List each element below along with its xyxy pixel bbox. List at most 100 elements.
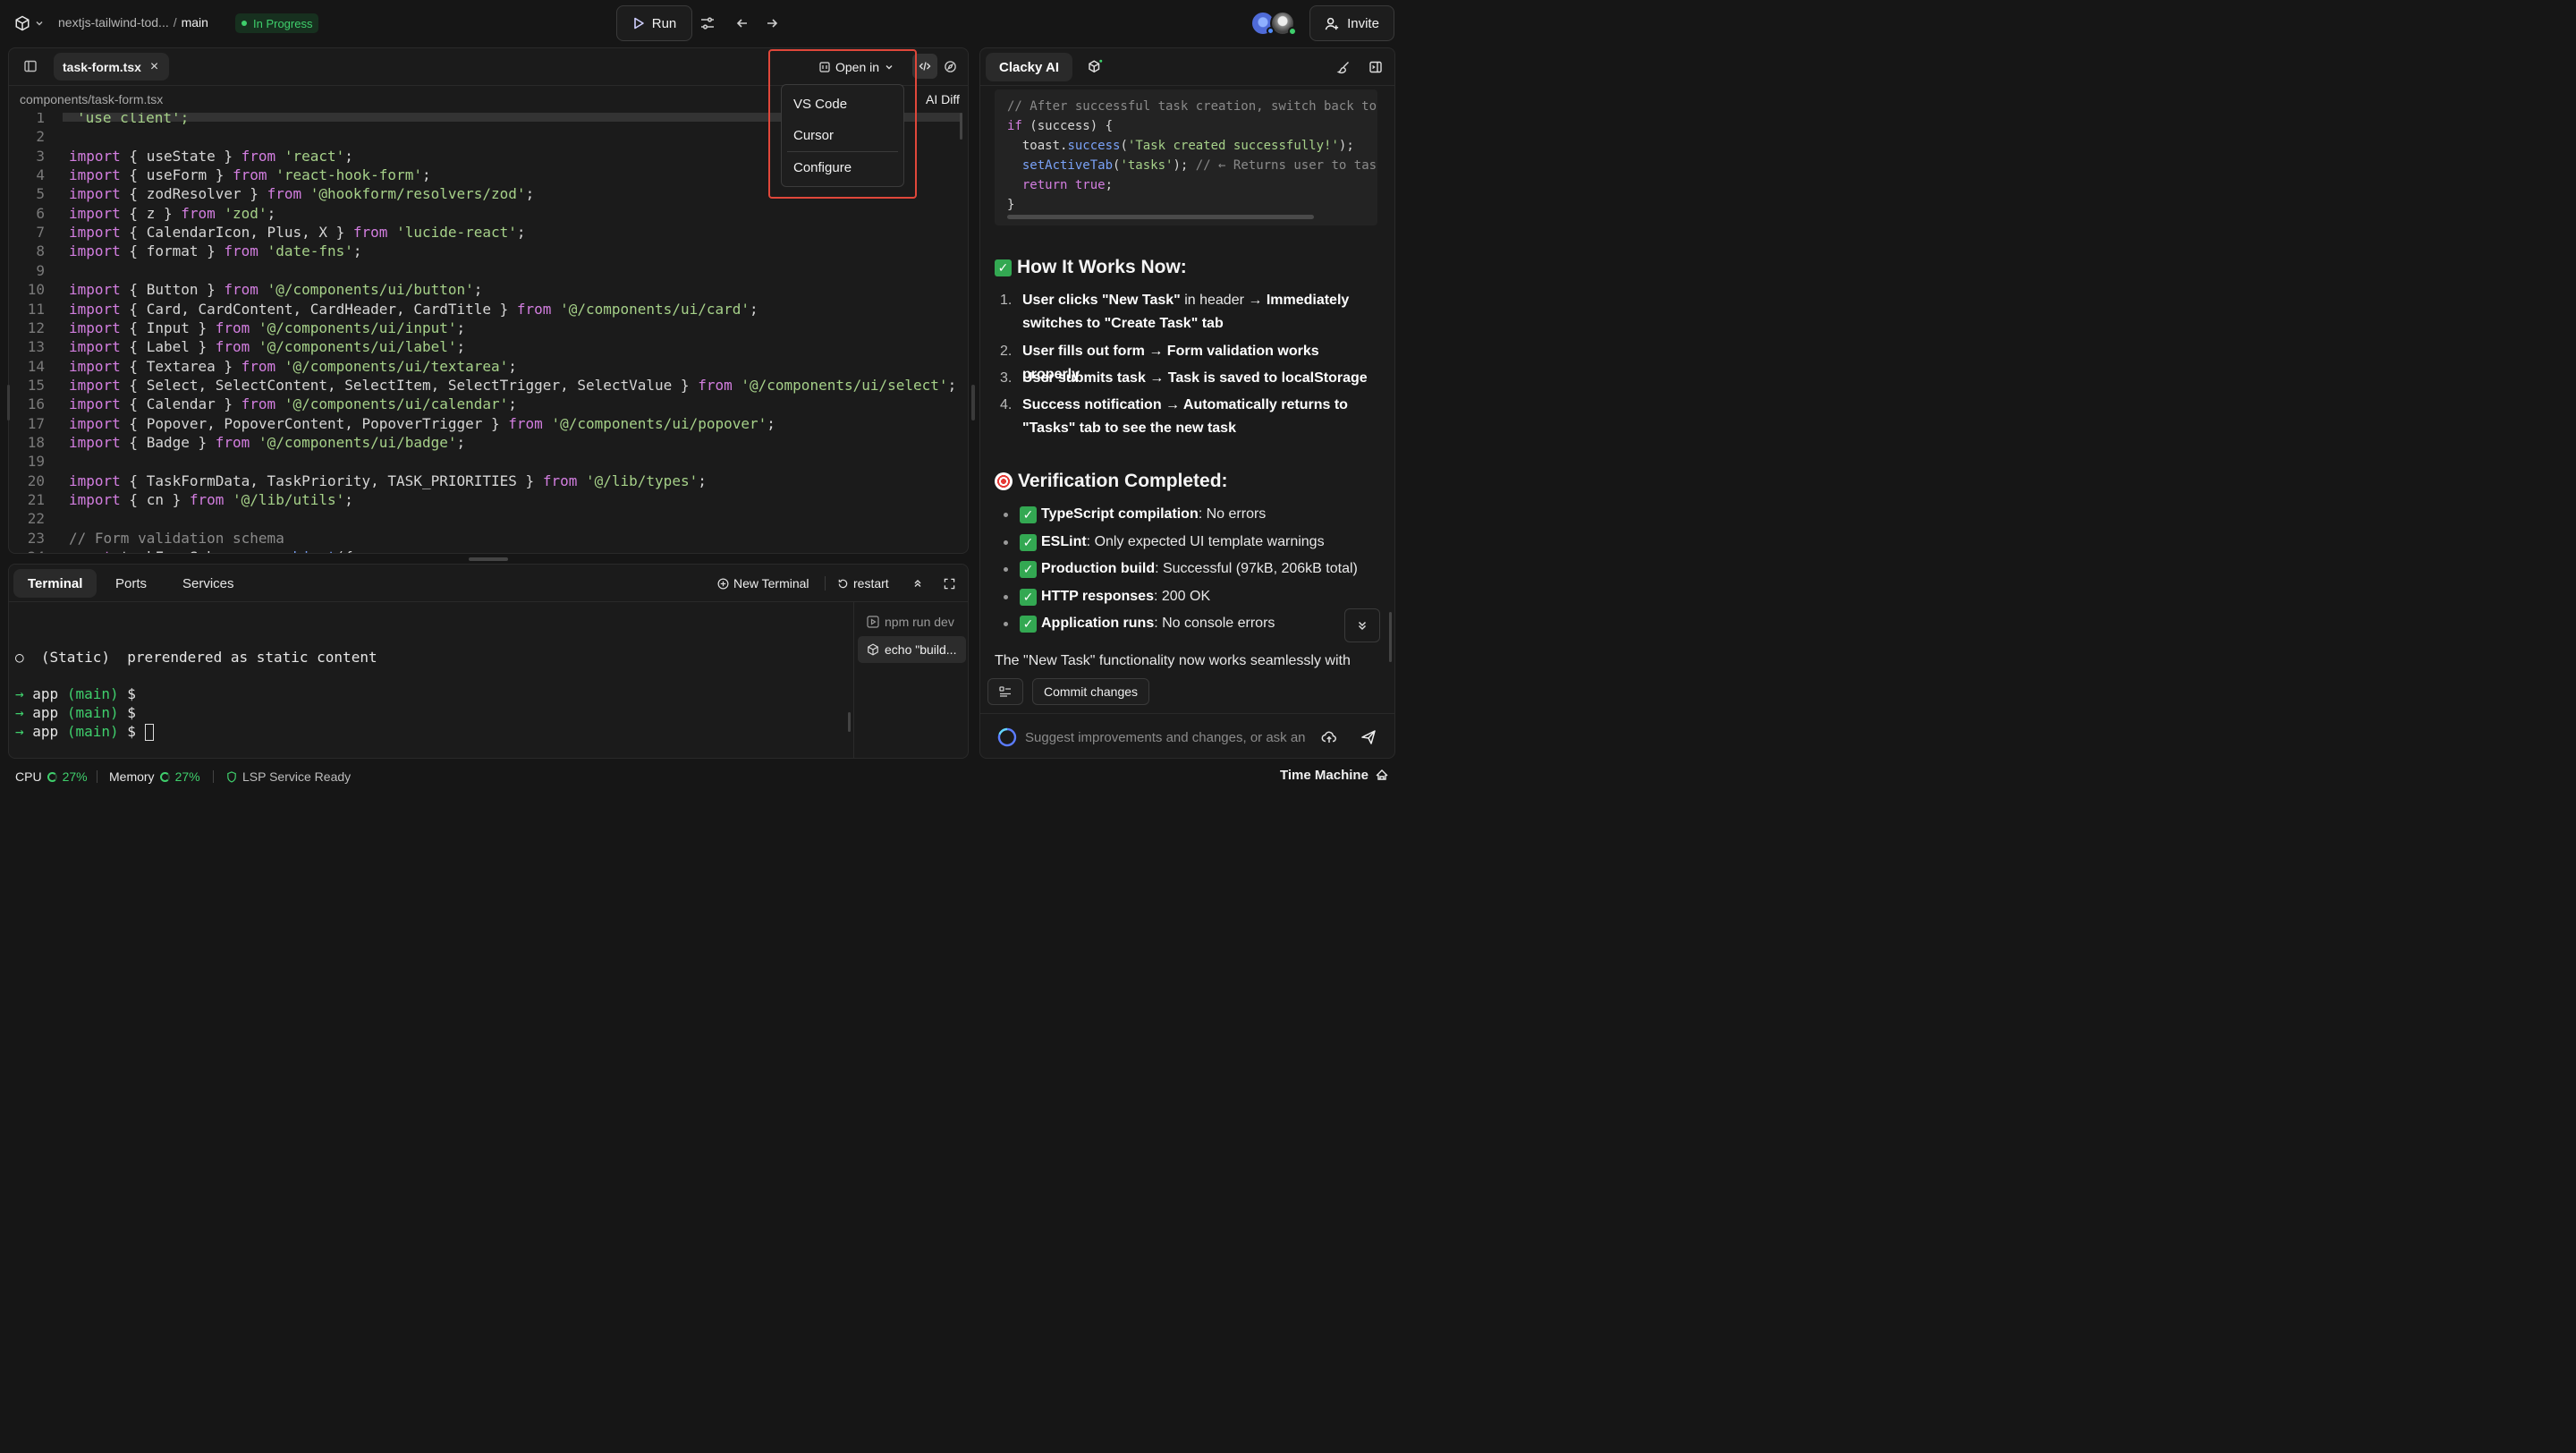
add-user-icon [1325,17,1339,30]
time-machine-icon [1376,769,1388,780]
breadcrumb: nextjs-tailwind-tod... / main [58,15,208,30]
chevrons-up-icon [914,580,921,587]
cube-sparkle-icon [1089,59,1103,73]
tab-ports[interactable]: Ports [101,569,161,598]
menu-item-vscode[interactable]: VS Code [782,89,903,118]
menu-item-cursor[interactable]: Cursor [782,121,903,149]
run-button[interactable]: Run [616,5,692,41]
ai-scrollbar[interactable] [1389,612,1392,662]
project-name[interactable]: nextjs-tailwind-tod... [58,15,169,30]
memory-ring-icon [159,771,170,782]
ai-assistant-panel: Clacky AI // After successful task creat… [979,47,1395,759]
code-text: const taskFormSchema = z.object({ [69,548,353,553]
upload-button[interactable] [1318,726,1340,748]
code-line: 14 import { Textarea } from '@/components… [9,357,962,376]
code-line: 17 import { Popover, PopoverContent, Popo… [9,414,962,433]
arrow-left-icon [736,19,747,28]
code-snippet-scrollbar[interactable] [1007,215,1314,219]
tab-services[interactable]: Services [168,569,249,598]
toggle-sidebar-button[interactable] [23,59,39,75]
tab-clacky-ai[interactable]: Clacky AI [986,53,1072,81]
maximize-panel-button[interactable] [944,574,955,593]
clean-chat-button[interactable] [1335,58,1352,76]
code-text: import { cn } from '@/lib/utils'; [69,491,353,508]
ai-code-snippet[interactable]: // After successful task creation, switc… [995,89,1377,225]
line-number: 17 [27,414,45,432]
back-button[interactable] [732,13,753,34]
code-line: return true; [1021,178,1114,192]
brush-icon [1336,62,1349,74]
collaborator-avatars[interactable] [1250,11,1301,38]
send-button[interactable] [1358,726,1379,748]
cpu-indicator: CPU 27% [15,768,88,786]
list-item: 4. Success notification → Automatically … [1000,397,1348,436]
maximize-icon [944,578,955,589]
close-tab-icon[interactable]: × [150,59,158,75]
memory-indicator: Memory 27% [109,768,200,786]
code-icon [919,62,931,71]
code-text: import { CalendarIcon, Plus, X } from 'l… [69,224,526,242]
workspace-logo-menu[interactable] [14,14,47,32]
settings-sliders-button[interactable] [697,13,718,34]
process-item-npm-run-dev[interactable]: npm run dev [858,608,966,635]
top-bar: nextjs-tailwind-tod... / main In Progres… [0,0,1402,47]
open-in-dropdown-button[interactable]: Open in [819,56,894,78]
line-number: 11 [27,300,45,318]
ai-diff-button[interactable]: AI Diff [917,89,960,109]
code-line: 8 import { format } from 'date-fns'; [9,242,962,260]
terminal-scrollbar[interactable] [848,712,851,732]
status-label: In Progress [253,16,313,30]
branch-name[interactable]: main [182,15,208,30]
line-number: 8 [36,242,45,260]
memory-value: 27% [174,769,200,784]
play-square-icon [867,616,879,628]
shield-icon [227,770,236,783]
line-number: 15 [27,376,45,394]
code-line: 16 import { Calendar } from '@/components… [9,395,962,413]
menu-item-configure[interactable]: Configure [782,153,903,182]
collapse-panel-button[interactable] [912,574,923,593]
check-mark-icon: ✓ [1020,533,1037,551]
how-it-works-heading: ✓ How It Works Now: [995,254,1187,281]
open-in-label: Open in [835,60,880,74]
ai-spinner-icon [997,727,1017,747]
process-item-echo-build[interactable]: echo "build... [858,636,966,663]
code-line: 15 import { Select, SelectContent, Select… [9,376,962,395]
code-text: import { Badge } from '@/components/ui/b… [69,433,466,451]
code-view-button[interactable] [912,54,937,79]
new-terminal-button[interactable]: New Terminal [717,574,809,593]
chevrons-down-icon [1358,621,1367,631]
terminal-output[interactable]: ○ (Static) prerendered as static content… [9,602,853,758]
ai-model-button[interactable] [1086,58,1104,76]
code-line: toast.success('Task created successfully… [1007,139,1354,153]
code-line: 13 import { Label } from '@/components/ui… [9,337,962,356]
code-text: import { Label } from '@/components/ui/l… [69,338,466,356]
task-list-button[interactable] [987,678,1023,705]
ai-input-bar [980,713,1394,758]
check-mark-icon: ✓ [1020,615,1037,633]
invite-button[interactable]: Invite [1309,5,1394,41]
line-number: 1 [36,113,45,126]
forward-button[interactable] [761,13,783,34]
left-resize-handle[interactable] [7,385,10,421]
code-line: setActiveTab('tasks'); // ← Returns user… [1021,158,1377,173]
list-item: ✓ HTTP responses: 200 OK [1004,585,1210,608]
chevron-down-icon [36,21,43,26]
preview-view-button[interactable] [937,54,962,79]
commit-changes-button[interactable]: Commit changes [1032,678,1150,705]
time-machine-button[interactable]: Time Machine [1280,766,1389,784]
code-text: import { Calendar } from '@/components/u… [69,395,517,413]
vertical-resize-handle[interactable] [971,385,975,421]
horizontal-resize-handle[interactable] [469,557,508,561]
tab-task-form[interactable]: task-form.tsx × [54,53,170,81]
restart-button[interactable]: restart [837,574,889,593]
ai-prompt-input[interactable] [1025,726,1311,748]
collapse-panel-button[interactable] [1367,58,1385,76]
code-line: 12 import { Input } from '@/components/ui… [9,319,962,337]
scroll-to-bottom-button[interactable] [1344,608,1380,642]
code-line: 5 import { zodResolver } from '@hookform/… [9,184,962,203]
editor-scrollbar[interactable] [960,113,962,140]
tab-terminal[interactable]: Terminal [13,569,97,598]
open-in-menu: VS Code Cursor Configure [781,84,904,187]
line-number: 3 [36,147,45,165]
